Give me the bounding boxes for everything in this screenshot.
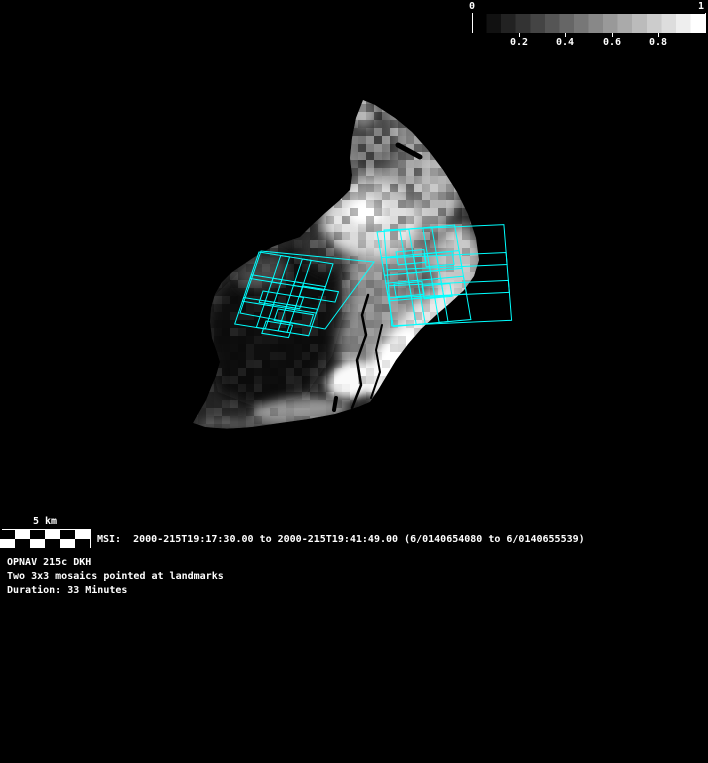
colorbar-tick-label-0-6: 0.6 [597, 37, 627, 48]
scene-svg [0, 0, 708, 763]
caption-line-3: Duration: 33 Minutes [7, 585, 127, 596]
colorbar-tick-label-0-8: 0.8 [643, 37, 673, 48]
caption-line-2: Two 3x3 mosaics pointed at landmarks [7, 571, 224, 582]
caption-line-1: OPNAV 215c DKH [7, 557, 91, 568]
colorbar-tick-label-0-4: 0.4 [550, 37, 580, 48]
colorbar-min-label: 0 [462, 1, 482, 12]
scalebar-label: 5 km [20, 516, 70, 527]
colorbar [472, 13, 706, 37]
colorbar-max-label: 1 [691, 1, 708, 12]
colorbar-tick-label-0-2: 0.2 [504, 37, 534, 48]
status-line: MSI: 2000-215T19:17:30.00 to 2000-215T19… [97, 534, 585, 545]
opnav-visualization: 0 1 0.2 0.4 0.6 0.8 5 km MSI: 2000-215T1… [0, 0, 708, 763]
asteroid-render [190, 96, 503, 432]
scalebar [0, 529, 91, 548]
